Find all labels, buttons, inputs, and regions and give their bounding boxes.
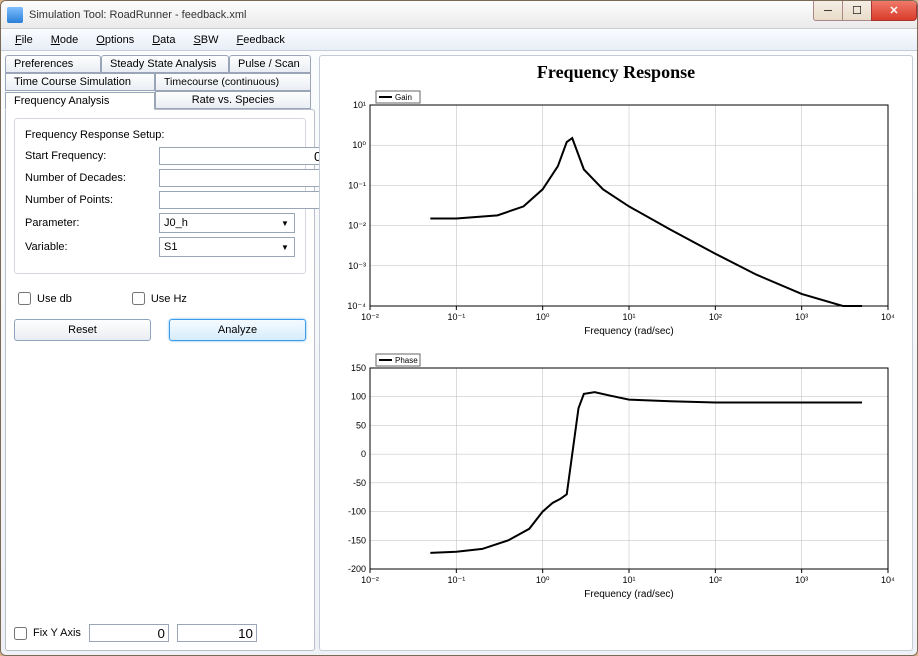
svg-text:10¹: 10¹: [622, 575, 635, 585]
svg-text:10⁻²: 10⁻²: [361, 312, 379, 322]
menu-feedback[interactable]: Feedback: [229, 32, 293, 48]
svg-text:10²: 10²: [709, 312, 722, 322]
svg-text:10³: 10³: [795, 575, 808, 585]
start-freq-label: Start Frequency:: [25, 150, 155, 162]
menu-data[interactable]: Data: [144, 32, 183, 48]
start-freq-input[interactable]: [159, 147, 344, 165]
parameter-label: Parameter:: [25, 217, 155, 229]
svg-text:0: 0: [361, 449, 366, 459]
group-title: Frequency Response Setup:: [25, 129, 295, 141]
svg-text:-100: -100: [348, 507, 366, 517]
svg-text:10⁻³: 10⁻³: [348, 261, 366, 271]
gain-plot: 10⁻² 10⁻¹ 10⁰ 10¹ 10² 10³ 10⁴ 10⁻⁴ 10⁻³ 10⁻² 10⁻¹ 1…: [328, 87, 898, 342]
menu-mode[interactable]: Mode: [43, 32, 87, 48]
fix-y-min-input[interactable]: [89, 624, 169, 642]
menu-file[interactable]: File: [7, 32, 41, 48]
svg-text:10⁻¹: 10⁻¹: [447, 312, 465, 322]
parameter-combo[interactable]: J0_h ▼: [159, 213, 295, 233]
maximize-button[interactable]: ☐: [842, 1, 872, 21]
svg-text:Frequency (rad/sec): Frequency (rad/sec): [584, 326, 673, 337]
menu-options[interactable]: Options: [88, 32, 142, 48]
svg-text:Gain: Gain: [395, 93, 412, 102]
variable-value: S1: [164, 241, 177, 253]
tab-timecourse-cont[interactable]: Timecourse (continuous): [155, 73, 311, 91]
tab-preferences[interactable]: Preferences: [5, 55, 101, 73]
svg-text:50: 50: [356, 420, 366, 430]
app-icon: [7, 7, 23, 23]
points-label: Number of Points:: [25, 194, 155, 206]
window-title: Simulation Tool: RoadRunner - feedback.x…: [29, 9, 246, 21]
fix-y-label: Fix Y Axis: [33, 627, 81, 639]
fix-y-checkbox[interactable]: [14, 627, 27, 640]
fix-y-row[interactable]: Fix Y Axis: [14, 627, 81, 640]
decades-label: Number of Decades:: [25, 172, 155, 184]
chevron-down-icon: ▼: [278, 240, 292, 254]
analyze-button[interactable]: Analyze: [169, 319, 306, 341]
svg-text:Phase: Phase: [395, 356, 418, 365]
svg-text:10⁻¹: 10⁻¹: [348, 180, 366, 190]
use-db-label: Use db: [37, 293, 72, 305]
svg-text:10⁴: 10⁴: [881, 575, 895, 585]
svg-text:-150: -150: [348, 535, 366, 545]
close-button[interactable]: ✕: [871, 1, 917, 21]
parameter-value: J0_h: [164, 217, 188, 229]
svg-text:10¹: 10¹: [353, 100, 366, 110]
svg-text:-50: -50: [353, 478, 366, 488]
use-hz-checkbox[interactable]: [132, 292, 145, 305]
tab-steady-state[interactable]: Steady State Analysis: [101, 55, 229, 73]
use-hz-label: Use Hz: [151, 293, 187, 305]
svg-text:10⁻⁴: 10⁻⁴: [347, 301, 366, 311]
svg-text:10⁴: 10⁴: [881, 312, 895, 322]
svg-text:-200: -200: [348, 564, 366, 574]
use-db-checkbox[interactable]: [18, 292, 31, 305]
menu-sbw[interactable]: SBW: [185, 32, 226, 48]
reset-button[interactable]: Reset: [14, 319, 151, 341]
svg-text:10⁻²: 10⁻²: [348, 221, 366, 231]
fix-y-max-input[interactable]: [177, 624, 257, 642]
tab-pulse-scan[interactable]: Pulse / Scan: [229, 55, 311, 73]
points-input[interactable]: [159, 191, 344, 209]
svg-text:100: 100: [351, 392, 366, 402]
titlebar: Simulation Tool: RoadRunner - feedback.x…: [1, 1, 917, 29]
frequency-setup-group: Frequency Response Setup: Start Frequenc…: [14, 118, 306, 274]
svg-text:10²: 10²: [709, 575, 722, 585]
svg-text:10¹: 10¹: [622, 312, 635, 322]
chart-title: Frequency Response: [328, 62, 904, 83]
tab-timecourse[interactable]: Time Course Simulation: [5, 73, 155, 91]
phase-plot: 10⁻² 10⁻¹ 10⁰ 10¹ 10² 10³ 10⁴ -200 -150 -100 -50 0 5…: [328, 350, 898, 605]
frequency-analysis-panel: Frequency Response Setup: Start Frequenc…: [5, 109, 315, 651]
chevron-down-icon: ▼: [278, 216, 292, 230]
variable-combo[interactable]: S1 ▼: [159, 237, 295, 257]
svg-text:10⁰: 10⁰: [352, 140, 366, 150]
minimize-button[interactable]: ─: [813, 1, 843, 21]
tab-rate-vs-species[interactable]: Rate vs. Species: [155, 91, 311, 109]
variable-label: Variable:: [25, 241, 155, 253]
decades-input[interactable]: [159, 169, 344, 187]
chart-panel: Frequency Response 10⁻²10⁻¹10⁰10¹10²10³1…: [319, 55, 913, 651]
use-hz-row[interactable]: Use Hz: [132, 292, 187, 305]
svg-text:10⁰: 10⁰: [536, 312, 550, 322]
svg-text:150: 150: [351, 363, 366, 373]
svg-text:10³: 10³: [795, 312, 808, 322]
svg-text:10⁻²: 10⁻²: [361, 575, 379, 585]
svg-text:Frequency (rad/sec): Frequency (rad/sec): [584, 589, 673, 600]
svg-text:10⁻¹: 10⁻¹: [447, 575, 465, 585]
svg-text:10⁰: 10⁰: [536, 575, 550, 585]
menubar: File Mode Options Data SBW Feedback: [1, 29, 917, 51]
use-db-row[interactable]: Use db: [18, 292, 72, 305]
tab-frequency-analysis[interactable]: Frequency Analysis: [5, 92, 155, 110]
